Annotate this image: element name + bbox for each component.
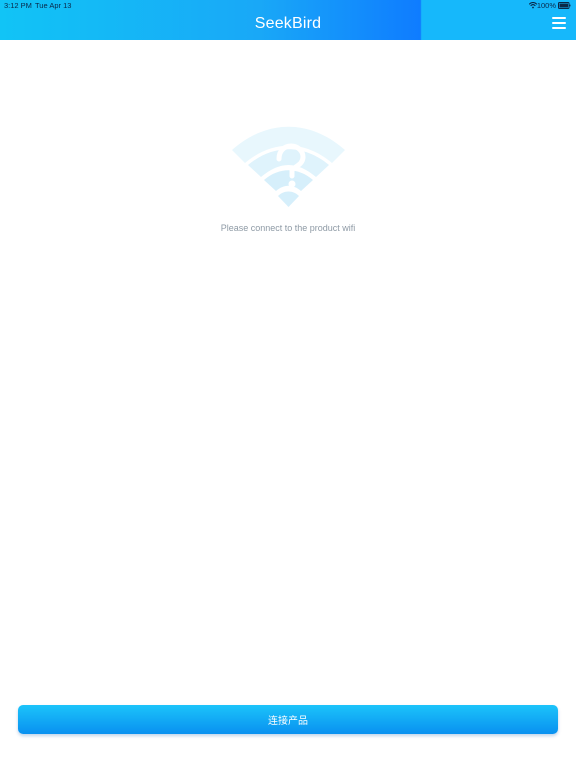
page-title: SeekBird — [254, 15, 322, 32]
battery-full-icon — [558, 2, 571, 9]
wifi-question-icon — [232, 126, 345, 207]
menu-button[interactable] — [552, 17, 566, 30]
connect-wifi-message: Please connect to the product wifi — [220, 223, 356, 233]
hamburger-menu-icon — [552, 17, 566, 29]
battery-percentage: 100% — [536, 1, 556, 10]
wifi-icon — [529, 2, 537, 9]
status-time: 3:12 PM — [4, 1, 32, 10]
app-screen: 3:12 PM Tue Apr 13 100% SeekBird Please … — [0, 0, 576, 768]
connect-product-button[interactable]: 连接产品 — [18, 705, 558, 734]
top-navigation-bar: 3:12 PM Tue Apr 13 100% SeekBird — [0, 0, 576, 40]
status-date: Tue Apr 13 — [35, 1, 72, 10]
